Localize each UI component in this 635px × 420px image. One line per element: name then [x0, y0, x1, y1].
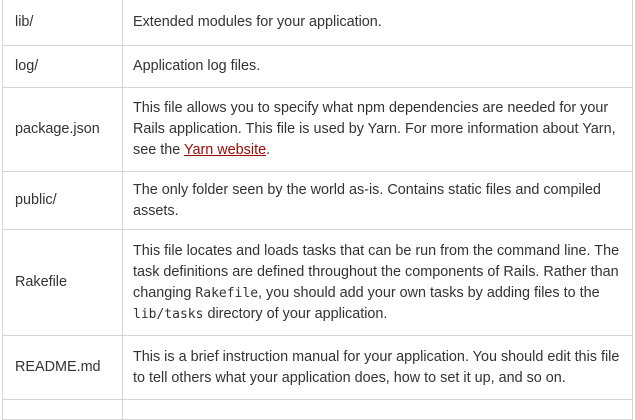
- table-row: README.md This is a brief instruction ma…: [2, 335, 633, 400]
- file-name-cell: package.json: [2, 87, 123, 172]
- file-description-cell: Application log files.: [122, 45, 633, 88]
- table-row: log/ Application log files.: [2, 45, 633, 88]
- inline-code: lib/tasks: [133, 306, 204, 322]
- description-text: .: [266, 142, 271, 158]
- file-structure-table: lib/ Extended modules for your applicati…: [2, 0, 633, 420]
- file-name-cell: [2, 399, 123, 420]
- file-description-cell: This is a brief instruction manual for y…: [122, 335, 633, 400]
- table-row: lib/ Extended modules for your applicati…: [2, 0, 633, 46]
- file-name-cell: Rakefile: [2, 229, 123, 336]
- table-row: [2, 399, 633, 420]
- description-text: , you should add your own tasks by addin…: [258, 284, 600, 301]
- file-description-cell: This file allows you to specify what npm…: [122, 87, 633, 172]
- file-description-cell: [122, 399, 633, 420]
- table-row: public/ The only folder seen by the worl…: [2, 171, 633, 230]
- description-text: directory of your application.: [203, 305, 388, 322]
- yarn-website-link[interactable]: Yarn website: [184, 142, 266, 158]
- file-description-cell: Extended modules for your application.: [122, 0, 633, 46]
- file-name-cell: lib/: [2, 0, 123, 46]
- inline-code: Rakefile: [195, 285, 259, 301]
- table-row: package.json This file allows you to spe…: [2, 87, 633, 172]
- file-name-cell: public/: [2, 171, 123, 230]
- file-name-cell: log/: [2, 45, 123, 88]
- file-description-cell: The only folder seen by the world as-is.…: [122, 171, 633, 230]
- file-description-cell: This file locates and loads tasks that c…: [122, 229, 633, 336]
- file-name-cell: README.md: [2, 335, 123, 400]
- table-row: Rakefile This file locates and loads tas…: [2, 229, 633, 336]
